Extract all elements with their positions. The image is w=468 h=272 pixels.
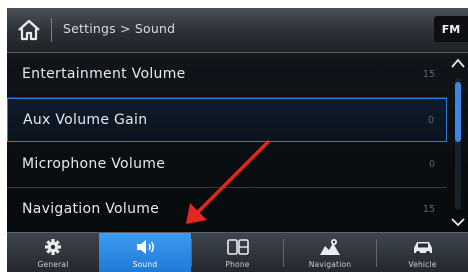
speaker-icon [137, 240, 154, 254]
bottom-tab-bar: General Sound Phone Navigation Vehicle [7, 232, 468, 272]
source-fm-button[interactable]: FM [434, 16, 468, 42]
setting-label: Aux Volume Gain [23, 112, 148, 128]
tab-label: Sound [132, 260, 158, 269]
tab-general[interactable]: General [7, 233, 99, 272]
tab-label: Vehicle [408, 260, 437, 269]
infotainment-screen: Settings > Sound FM Entertainment Volume… [7, 8, 468, 272]
breadcrumb: Settings > Sound [63, 21, 176, 36]
header-divider [51, 18, 52, 42]
navigation-icon [320, 239, 340, 255]
setting-value: 15 [422, 69, 435, 80]
scroll-down-button[interactable] [449, 213, 467, 231]
chevron-up-icon [451, 58, 465, 68]
setting-value: 15 [422, 204, 435, 215]
header-bar: Settings > Sound FM [7, 8, 468, 53]
setting-row-microphone-volume[interactable]: Microphone Volume 0 [7, 143, 447, 188]
phone-icon [226, 239, 249, 255]
gear-icon [45, 239, 61, 255]
home-button[interactable] [15, 17, 43, 43]
chevron-down-icon [451, 218, 465, 227]
setting-label: Navigation Volume [22, 201, 160, 217]
scroll-up-button[interactable] [449, 54, 467, 74]
car-icon [413, 242, 432, 255]
sound-settings-list: Entertainment Volume 15 Aux Volume Gain … [7, 53, 447, 232]
tab-vehicle[interactable]: Vehicle [377, 233, 468, 272]
scrollbar-thumb[interactable] [455, 82, 461, 142]
tab-navigation[interactable]: Navigation [284, 233, 376, 272]
setting-row-entertainment-volume[interactable]: Entertainment Volume 15 [7, 53, 447, 98]
tab-label: Phone [225, 260, 250, 269]
setting-row-aux-volume-gain[interactable]: Aux Volume Gain 0 [7, 98, 447, 142]
setting-value: 0 [428, 159, 435, 170]
setting-label: Microphone Volume [22, 156, 166, 172]
tab-label: General [37, 260, 69, 269]
setting-value: 0 [427, 115, 434, 126]
tab-sound[interactable]: Sound [99, 233, 191, 272]
setting-label: Entertainment Volume [22, 66, 186, 82]
tab-phone[interactable]: Phone [192, 233, 283, 272]
setting-row-navigation-volume[interactable]: Navigation Volume 15 [7, 188, 447, 232]
home-icon [18, 19, 40, 41]
tab-label: Navigation [308, 260, 352, 269]
